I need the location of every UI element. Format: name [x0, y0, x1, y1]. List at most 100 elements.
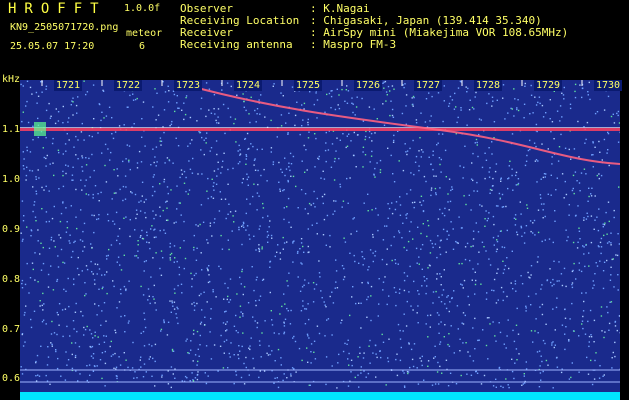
noise-dot — [49, 383, 51, 385]
noise-dot — [175, 221, 177, 223]
noise-dot — [450, 325, 452, 327]
noise-dot — [512, 189, 514, 191]
noise-dot — [532, 222, 534, 224]
noise-dot — [229, 116, 232, 118]
noise-dot — [554, 210, 556, 212]
noise-dot — [419, 201, 421, 203]
noise-dot — [492, 177, 494, 180]
noise-dot — [203, 139, 205, 141]
noise-dot — [448, 209, 450, 211]
noise-dot — [335, 259, 337, 261]
noise-dot — [613, 286, 615, 288]
noise-dot — [474, 283, 477, 286]
noise-dot — [35, 178, 37, 180]
noise-dot — [325, 142, 327, 144]
noise-dot — [495, 205, 498, 207]
noise-dot — [176, 317, 178, 319]
noise-dot — [258, 340, 261, 342]
noise-dot — [164, 232, 167, 234]
noise-dot — [89, 329, 91, 331]
noise-dot — [437, 142, 439, 144]
meteor-count: 6 — [139, 41, 146, 52]
x-tick-label: 1723 — [174, 80, 203, 91]
noise-dot — [255, 300, 257, 302]
noise-dot — [594, 195, 596, 197]
carrier-burst — [34, 122, 46, 136]
noise-dot — [370, 132, 373, 135]
noise-dot — [255, 249, 257, 251]
noise-dot — [405, 325, 408, 327]
noise-dot — [26, 149, 28, 152]
noise-dot — [598, 177, 600, 180]
noise-dot — [127, 366, 129, 369]
noise-dot — [495, 386, 497, 388]
noise-dot — [535, 293, 537, 295]
noise-dot — [562, 94, 565, 96]
noise-dot — [408, 230, 411, 233]
noise-dot — [98, 343, 100, 345]
noise-dot — [245, 155, 248, 157]
noise-dot — [422, 210, 425, 213]
noise-dot — [225, 217, 227, 220]
noise-dot — [472, 245, 474, 247]
noise-dot — [323, 218, 326, 221]
noise-dot — [451, 188, 454, 190]
noise-dot — [338, 157, 340, 160]
noise-dot — [256, 326, 258, 329]
noise-dot — [173, 261, 175, 263]
noise-dot — [239, 316, 241, 318]
noise-dot — [177, 322, 179, 325]
noise-dot — [196, 247, 198, 249]
noise-dot — [42, 319, 45, 321]
noise-dot — [389, 90, 391, 92]
noise-dot — [257, 183, 259, 186]
noise-dot — [338, 107, 341, 110]
noise-dot — [86, 91, 89, 93]
noise-dot — [290, 373, 292, 375]
noise-dot — [197, 348, 199, 350]
noise-dot — [155, 309, 157, 311]
noise-dot — [221, 89, 223, 91]
noise-dot — [283, 189, 285, 191]
noise-dot — [546, 279, 548, 282]
noise-dot — [356, 96, 358, 98]
noise-dot — [393, 139, 395, 142]
noise-dot — [75, 216, 77, 218]
noise-dot — [191, 278, 193, 280]
noise-dot — [81, 189, 83, 191]
noise-dot — [347, 90, 350, 92]
noise-dot — [388, 338, 390, 340]
noise-dot — [279, 252, 281, 254]
noise-dot — [352, 286, 354, 288]
noise-dot — [468, 194, 470, 196]
noise-dot — [244, 138, 246, 140]
noise-dot — [304, 308, 306, 310]
noise-dot — [608, 241, 610, 243]
x-tick-label: 1728 — [474, 80, 503, 91]
noise-dot — [594, 273, 596, 275]
noise-dot — [475, 279, 477, 282]
noise-dot — [33, 310, 36, 312]
noise-dot — [428, 92, 430, 94]
noise-dot — [181, 292, 183, 294]
noise-dot — [556, 366, 559, 368]
noise-dot — [90, 346, 92, 349]
noise-dot — [222, 103, 225, 106]
noise-dot — [476, 372, 479, 374]
noise-dot — [442, 289, 445, 291]
noise-dot — [382, 289, 384, 291]
noise-dot — [592, 280, 594, 282]
noise-dot — [489, 192, 491, 194]
noise-dot — [593, 284, 595, 286]
noise-dot — [544, 176, 546, 178]
noise-dot — [280, 125, 283, 127]
noise-dot — [154, 156, 156, 158]
file-name: KN9_2505071720.png — [10, 22, 119, 33]
noise-dot — [81, 166, 83, 168]
noise-dot — [269, 220, 271, 222]
noise-dot — [568, 339, 570, 341]
noise-dot — [46, 154, 48, 157]
noise-dot — [378, 278, 380, 280]
noise-dot — [40, 345, 42, 347]
noise-dot — [552, 387, 554, 389]
